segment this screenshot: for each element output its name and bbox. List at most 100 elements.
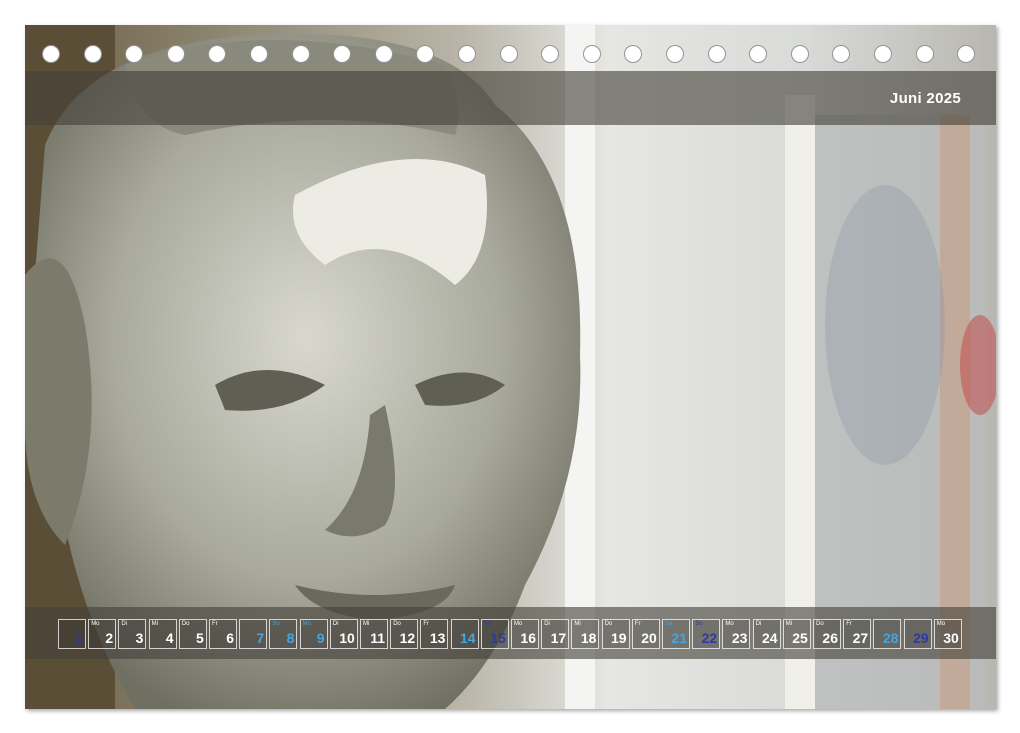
day-number: 11 <box>370 630 385 646</box>
day-number: 26 <box>822 630 838 646</box>
day-number: 29 <box>913 630 929 646</box>
day-cell: Mo 30 <box>933 619 962 649</box>
weekday-label: Mo <box>302 621 311 627</box>
binding-hole <box>416 45 435 63</box>
weekday-label: Di <box>121 621 128 627</box>
day-number: 7 <box>256 630 265 646</box>
day-cell: Mi 4 <box>148 619 177 649</box>
binding-hole <box>166 45 185 63</box>
day-number: 20 <box>641 630 657 646</box>
binding-hole <box>874 45 892 63</box>
binding-hole <box>582 45 601 63</box>
weekday-label: Mo <box>725 621 734 627</box>
day-number: 22 <box>701 630 718 646</box>
day-cell: Di 10 <box>329 619 358 649</box>
day-cell: Fr 6 <box>209 619 237 649</box>
day-cell: 14 <box>450 619 479 649</box>
day-cell: Fr 20 <box>631 619 660 649</box>
day-number: 17 <box>550 630 567 646</box>
day-number: 9 <box>316 630 325 646</box>
day-cell: 7 <box>239 619 268 649</box>
day-cell: So 15 <box>480 619 509 649</box>
day-number: 19 <box>611 630 627 646</box>
day-cell: 28 <box>873 619 902 649</box>
binding-hole <box>42 45 60 63</box>
day-cell: Mo 9 <box>299 619 328 649</box>
day-cell: Di 17 <box>541 619 570 649</box>
day-number: 4 <box>165 630 174 646</box>
day-number: 13 <box>429 630 446 646</box>
weekday-label: Mi <box>785 621 793 627</box>
day-cell: Mi 25 <box>782 619 811 649</box>
day-cell: Mo 2 <box>88 619 117 649</box>
day-number: 10 <box>339 630 355 646</box>
binding-hole <box>250 45 268 63</box>
binding-hole <box>832 45 851 63</box>
day-cell: Do 26 <box>813 619 841 649</box>
day-cell: Do 5 <box>178 619 207 649</box>
day-cell: Di 24 <box>752 619 781 649</box>
binding-hole <box>291 45 310 63</box>
binding-hole <box>208 45 227 63</box>
binding-hole <box>666 45 684 63</box>
weekday-label: Fr <box>846 621 852 627</box>
day-number: 15 <box>490 630 506 646</box>
day-number: 30 <box>943 630 959 646</box>
weekday-label: Di <box>332 621 339 627</box>
day-number: 8 <box>286 630 295 646</box>
weekday-label: Do <box>816 621 824 627</box>
weekday-label: Mo <box>91 621 100 627</box>
weekday-label: Sa <box>665 621 673 627</box>
day-cell: Mo 16 <box>511 619 539 649</box>
weekday-label: Mi <box>363 621 370 627</box>
day-number: 27 <box>852 630 869 646</box>
day-number: 25 <box>792 630 808 646</box>
day-number: 14 <box>460 630 476 646</box>
binding-hole <box>541 45 560 63</box>
day-cell: Fr 27 <box>843 619 872 649</box>
day-number: 5 <box>196 630 204 646</box>
weekday-label: Mo <box>936 621 946 627</box>
day-cell: Di 3 <box>118 619 147 649</box>
binding-hole <box>957 45 976 63</box>
day-number: 16 <box>520 630 536 646</box>
day-number: 24 <box>762 630 778 646</box>
weekday-label: So <box>272 621 280 627</box>
day-cell: Mo 23 <box>722 619 751 649</box>
day-number: 21 <box>671 630 687 646</box>
header-band <box>25 71 996 125</box>
day-cell: Fr 13 <box>420 619 449 649</box>
binding-hole <box>707 45 726 63</box>
calendar-page: Juni 2025 1 Mo 2 Di 3 Mi 4 Do 5 Fr 6 7 So 8 Mo 9 Di 10 Mi 1… <box>25 25 996 709</box>
weekday-label: Mi <box>151 621 158 627</box>
weekday-label: Fr <box>634 621 641 627</box>
day-number: 3 <box>135 630 144 646</box>
binding-hole <box>790 45 809 63</box>
binding-hole <box>333 45 352 63</box>
weekday-label: Di <box>755 621 762 627</box>
day-cell: Mi 11 <box>360 619 388 649</box>
binding-hole <box>915 45 934 63</box>
weekday-label: Di <box>544 621 550 627</box>
weekday-label: Fr <box>423 621 430 627</box>
day-number: 1 <box>75 630 83 646</box>
day-cell: Sa 21 <box>662 619 690 649</box>
day-number: 2 <box>105 630 114 646</box>
day-cell: So 8 <box>269 619 298 649</box>
day-number: 12 <box>399 630 416 646</box>
day-number: 6 <box>226 630 234 646</box>
day-cell: Do 12 <box>390 619 419 649</box>
binding-hole <box>125 45 144 63</box>
weekday-label: Do <box>604 621 613 627</box>
weekday-label: Do <box>393 621 401 627</box>
binding-hole <box>499 45 518 63</box>
day-cell: Mi 18 <box>571 619 600 649</box>
day-cell: Do 19 <box>601 619 630 649</box>
binding-hole <box>458 45 476 63</box>
weekday-label: So <box>695 621 703 627</box>
weekday-label: Fr <box>212 621 218 627</box>
weekday-label: Mi <box>574 621 581 627</box>
day-number: 18 <box>580 630 597 646</box>
binding-hole <box>374 45 393 63</box>
binding-hole <box>749 45 768 63</box>
